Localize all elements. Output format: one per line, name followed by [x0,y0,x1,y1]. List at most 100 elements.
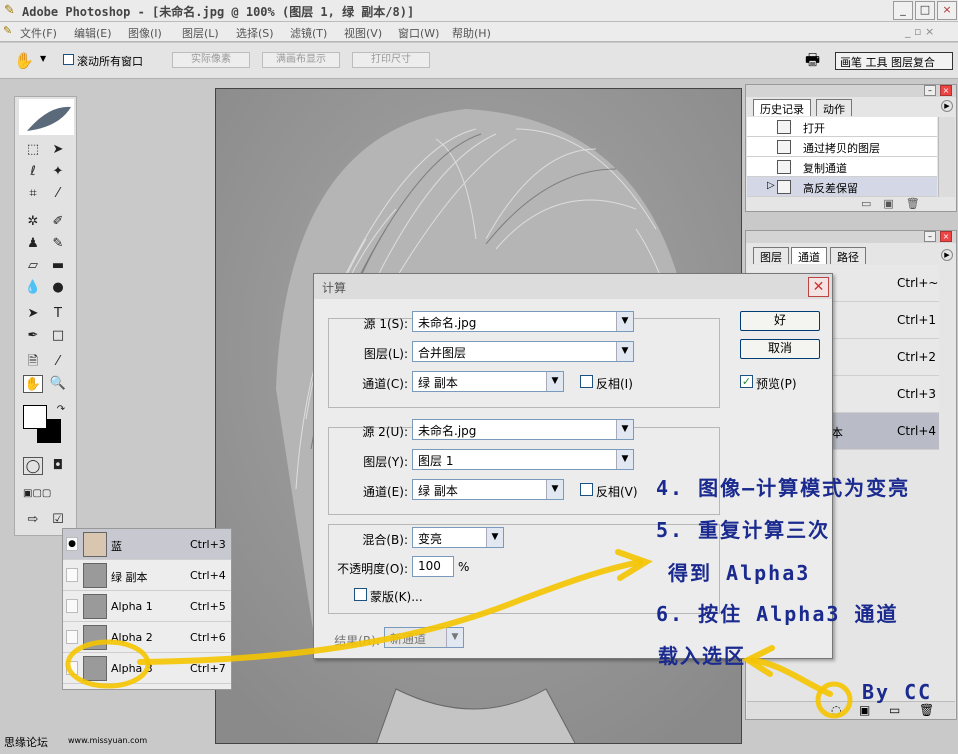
actual-pixels-button[interactable]: 实际像素 [172,52,250,68]
menu-layer[interactable]: 图层(L) [182,25,219,41]
healing-brush-icon[interactable]: ✲ [23,213,43,231]
history-item-duplicate-channel[interactable]: 复制通道 [747,157,937,177]
blending-select[interactable]: 变亮 ▼ [412,527,504,548]
cancel-button[interactable]: 取消 [740,339,820,359]
tab-actions[interactable]: 动作 [816,99,852,116]
close-button[interactable]: × [937,1,957,20]
zoom-tool-icon[interactable]: 🔍 [48,375,68,393]
palette-close-icon[interactable]: × [940,231,952,242]
tab-layers[interactable]: 图层 [753,247,789,264]
channel-row-green-copy[interactable]: 绿 副本 Ctrl+4 [63,560,231,591]
history-item-open[interactable]: 打开 [747,117,937,137]
standard-mode-icon[interactable]: ◯ [23,457,43,475]
swap-colors-icon[interactable]: ↷ [51,401,71,419]
eye-icon[interactable] [66,568,78,582]
invert2-checkbox[interactable] [580,483,593,496]
app-menu-icon[interactable]: ✎ [3,24,12,37]
maximize-button[interactable]: □ [915,1,935,20]
hand-tool-icon[interactable]: ✋ [23,375,43,393]
dialog-close-button[interactable]: ✕ [808,277,829,297]
tool-preset-arrow-icon[interactable]: ▼ [40,54,46,63]
palette-menu-icon[interactable]: ▶ [941,100,953,112]
new-channel-icon[interactable]: ▭ [889,703,900,717]
palette-close-icon[interactable]: × [940,85,952,96]
history-item-high-pass[interactable]: ▷ 高反差保留 [747,177,937,197]
jump-to-imageready-icon[interactable]: ⇨ [23,511,43,529]
history-item-layer-via-copy[interactable]: 通过拷贝的图层 [747,137,937,157]
preview-checkbox[interactable]: ✓ [740,375,753,388]
palette-well[interactable]: 画笔 工具 图层复合 [835,52,953,70]
eye-icon[interactable] [66,599,78,613]
layer2-select[interactable]: 图层 1 ▼ [412,449,634,470]
palette-menu-icon[interactable]: ▶ [941,249,953,261]
menu-image[interactable]: 图像(I) [128,25,162,41]
palette-minimize-icon[interactable]: – [924,85,936,96]
ok-button[interactable]: 好 [740,311,820,331]
tab-paths[interactable]: 路径 [830,247,866,264]
menu-help[interactable]: 帮助(H) [452,25,491,41]
mask-checkbox[interactable] [354,588,367,601]
channel-row-alpha1[interactable]: Alpha 1 Ctrl+5 [63,591,231,622]
screen-mode-icons[interactable]: ▣▢▢ [23,485,51,503]
result-select[interactable]: 新通道 ▼ [384,627,464,648]
eraser-tool-icon[interactable]: ▱ [23,257,43,275]
minimize-button[interactable]: _ [893,1,913,20]
menu-view[interactable]: 视图(V) [344,25,382,41]
palette-minimize-icon[interactable]: – [924,231,936,242]
magic-wand-icon[interactable]: ✦ [48,163,68,181]
channel-row-alpha2[interactable]: Alpha 2 Ctrl+6 [63,622,231,653]
gradient-tool-icon[interactable]: ▬ [48,257,68,275]
eye-icon[interactable] [66,630,78,644]
doc-minimize-icon[interactable]: _ ▫ × [905,25,934,38]
marquee-tool-icon[interactable]: ⬚ [23,141,43,159]
blur-tool-icon[interactable]: 💧 [23,279,43,297]
dodge-tool-icon[interactable]: ● [48,279,68,297]
channel1-select[interactable]: 绿 副本 ▼ [412,371,564,392]
quick-mask-icon[interactable]: ◘ [48,457,68,475]
channel-row-alpha3[interactable]: Alpha 3 Ctrl+7 [63,653,231,684]
tab-channels[interactable]: 通道 [791,247,827,264]
eye-icon[interactable]: ● [66,537,78,551]
fit-screen-button[interactable]: 满画布显示 [262,52,340,68]
history-footer-icons[interactable]: ▭▣🗑 [861,197,932,210]
menu-filter[interactable]: 滤镜(T) [290,25,327,41]
scroll-all-checkbox[interactable] [63,54,74,65]
load-selection-icon[interactable]: ◌ [831,703,841,717]
hand-tool-icon[interactable]: ✋ [14,51,34,70]
crop-tool-icon[interactable]: ⌗ [23,185,43,203]
imageready-icon[interactable]: ☑ [48,511,68,529]
notes-tool-icon[interactable]: 🗎 [23,353,43,371]
history-scrollbar[interactable] [938,117,955,197]
file-browser-icon[interactable]: 🖶 [805,49,820,76]
path-select-icon[interactable]: ➤ [23,305,43,323]
brush-tool-icon[interactable]: ✐ [48,213,68,231]
source1-select[interactable]: 未命名.jpg ▼ [412,311,634,332]
type-tool-icon[interactable]: T [48,305,68,323]
channel-row-blue[interactable]: ● 蓝 Ctrl+3 [63,529,231,560]
channel-name: 蓝 [111,540,122,553]
menu-edit[interactable]: 编辑(E) [74,25,112,41]
foreground-color-swatch-top[interactable] [23,405,47,429]
save-selection-icon[interactable]: ▣ [859,703,870,717]
history-brush-icon[interactable]: ✎ [48,235,68,253]
slice-tool-icon[interactable]: ⁄ [48,185,68,203]
eyedropper-icon[interactable]: ⁄ [48,353,68,371]
mask-label[interactable]: 蒙版(K)... [370,588,423,605]
shape-tool-icon[interactable]: □ [48,327,68,345]
lasso-tool-icon[interactable]: ℓ [23,163,43,181]
source2-select[interactable]: 未命名.jpg ▼ [412,419,634,440]
menu-window[interactable]: 窗口(W) [398,25,439,41]
print-size-button[interactable]: 打印尺寸 [352,52,430,68]
opacity-input[interactable]: 100 [412,556,454,577]
pen-tool-icon[interactable]: ✒ [23,327,43,345]
stamp-tool-icon[interactable]: ♟ [23,235,43,253]
channel2-select[interactable]: 绿 副本 ▼ [412,479,564,500]
menu-file[interactable]: 文件(F) [20,25,57,41]
eye-icon[interactable] [66,661,78,675]
menu-select[interactable]: 选择(S) [236,25,274,41]
move-tool-icon[interactable]: ➤ [48,141,68,159]
invert1-checkbox[interactable] [580,375,593,388]
layer1-select[interactable]: 合并图层 ▼ [412,341,634,362]
tab-history[interactable]: 历史记录 [753,99,811,116]
delete-channel-icon[interactable]: 🗑 [919,703,934,717]
